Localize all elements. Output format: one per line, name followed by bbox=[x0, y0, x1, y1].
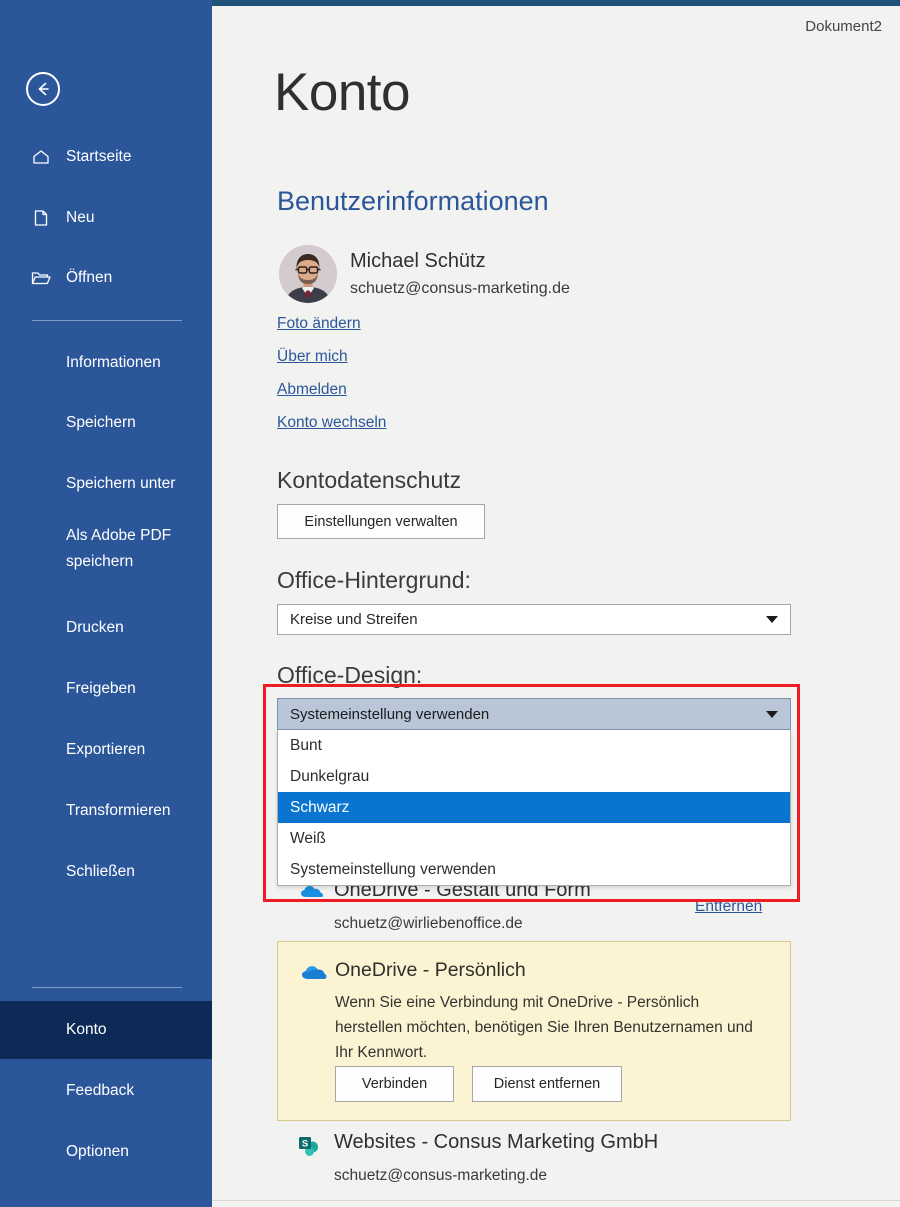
office-hintergrund-heading: Office-Hintergrund: bbox=[277, 567, 471, 593]
link-konto-wechseln[interactable]: Konto wechseln bbox=[277, 414, 386, 432]
combobox-value: Kreise und Streifen bbox=[290, 611, 418, 628]
sidebar-item-speichern[interactable]: Speichern bbox=[0, 402, 212, 444]
sidebar-item-label: Feedback bbox=[66, 1082, 135, 1099]
sidebar-item-oeffnen[interactable]: Öffnen bbox=[0, 257, 212, 299]
user-name: Michael Schütz bbox=[350, 250, 486, 272]
home-icon bbox=[30, 146, 52, 168]
service-title-websites: Websites - Consus Marketing GmbH bbox=[334, 1131, 659, 1153]
link-abmelden[interactable]: Abmelden bbox=[277, 381, 347, 399]
sidebar-item-label: Startseite bbox=[66, 148, 132, 165]
sidebar-item-label: Exportieren bbox=[66, 741, 146, 758]
sidebar-item-informationen[interactable]: Informationen bbox=[0, 342, 212, 384]
dropdown-option-weiss[interactable]: Weiß bbox=[278, 823, 790, 854]
open-folder-icon bbox=[30, 267, 52, 289]
option-label: Schwarz bbox=[290, 798, 350, 816]
page-title: Konto bbox=[274, 63, 411, 122]
sidebar-item-neu[interactable]: Neu bbox=[0, 197, 212, 239]
link-foto-aendern[interactable]: Foto ändern bbox=[277, 315, 361, 333]
avatar[interactable] bbox=[279, 245, 337, 303]
option-label: Dunkelgrau bbox=[290, 767, 370, 785]
sidebar-item-feedback[interactable]: Feedback bbox=[0, 1070, 212, 1112]
service-title-onedrive-personal: OneDrive - Persönlich bbox=[335, 959, 526, 981]
sidebar-item-label: Speichern bbox=[66, 414, 136, 431]
sidebar-item-freigeben[interactable]: Freigeben bbox=[0, 668, 212, 710]
sidebar-item-label: Optionen bbox=[66, 1143, 129, 1160]
back-arrow-icon bbox=[38, 82, 49, 96]
combobox-value: Systemeinstellung verwenden bbox=[290, 705, 490, 723]
user-email: schuetz@consus-marketing.de bbox=[350, 280, 570, 297]
sidebar-item-startseite[interactable]: Startseite bbox=[0, 136, 212, 178]
sidebar-item-label: Freigeben bbox=[66, 680, 136, 697]
sharepoint-icon: S bbox=[297, 1134, 321, 1163]
onedrive-personal-card: OneDrive - Persönlich Wenn Sie eine Verb… bbox=[277, 941, 791, 1121]
service-email-websites: schuetz@consus-marketing.de bbox=[334, 1167, 548, 1184]
link-ueber-mich[interactable]: Über mich bbox=[277, 348, 348, 366]
bottom-divider bbox=[212, 1200, 900, 1201]
sidebar-item-schliessen[interactable]: Schließen bbox=[0, 851, 212, 893]
sidebar-item-label: Schließen bbox=[66, 863, 135, 880]
sidebar-item-als-adobe-pdf-speichern[interactable]: Als Adobe PDF speichern bbox=[0, 510, 212, 572]
document-name-label: Dokument2 bbox=[805, 18, 882, 35]
sidebar-item-label: Drucken bbox=[66, 619, 124, 636]
back-button[interactable] bbox=[26, 72, 60, 106]
new-document-icon bbox=[30, 207, 52, 229]
office-design-dropdown[interactable]: Systemeinstellung verwenden Bunt Dunkelg… bbox=[277, 698, 791, 886]
service-email-onedrive-business: schuetz@wirliebenoffice.de bbox=[334, 915, 523, 932]
dropdown-option-dunkelgrau[interactable]: Dunkelgrau bbox=[278, 761, 790, 792]
dropdown-option-systemeinstellung[interactable]: Systemeinstellung verwenden bbox=[278, 854, 790, 885]
dropdown-option-bunt[interactable]: Bunt bbox=[278, 730, 790, 761]
office-design-combobox[interactable]: Systemeinstellung verwenden bbox=[277, 698, 791, 730]
office-design-heading: Office-Design: bbox=[277, 662, 423, 688]
sidebar-item-label: Konto bbox=[66, 1021, 107, 1038]
sidebar-item-label: Speichern unter bbox=[66, 475, 176, 492]
sidebar-item-exportieren[interactable]: Exportieren bbox=[0, 729, 212, 771]
sidebar-divider-bottom bbox=[32, 987, 182, 988]
sidebar-item-transformieren[interactable]: Transformieren bbox=[0, 790, 212, 832]
sidebar-item-optionen[interactable]: Optionen bbox=[0, 1131, 212, 1173]
office-hintergrund-combobox[interactable]: Kreise und Streifen bbox=[277, 604, 791, 635]
chevron-down-icon bbox=[766, 616, 778, 623]
svg-text:S: S bbox=[302, 1138, 308, 1149]
einstellungen-verwalten-button[interactable]: Einstellungen verwalten bbox=[277, 504, 485, 539]
sidebar-item-drucken[interactable]: Drucken bbox=[0, 607, 212, 649]
dropdown-option-schwarz[interactable]: Schwarz bbox=[278, 792, 790, 823]
button-label: Verbinden bbox=[361, 1076, 428, 1092]
chevron-down-icon bbox=[766, 710, 778, 718]
option-label: Systemeinstellung verwenden bbox=[290, 860, 496, 878]
dienst-entfernen-button[interactable]: Dienst entfernen bbox=[472, 1066, 622, 1102]
option-label: Bunt bbox=[290, 736, 322, 754]
benutzerinformationen-heading: Benutzerinformationen bbox=[277, 186, 549, 216]
kontodatenschutz-heading: Kontodatenschutz bbox=[277, 467, 462, 493]
sidebar-item-speichern-unter[interactable]: Speichern unter bbox=[0, 463, 212, 505]
backstage-sidebar: Startseite Neu Öffnen Informationen Spei… bbox=[0, 0, 212, 1207]
button-label: Einstellungen verwalten bbox=[304, 513, 458, 530]
sidebar-item-konto[interactable]: Konto bbox=[0, 1001, 212, 1059]
sidebar-item-label: Neu bbox=[66, 209, 95, 226]
verbinden-button[interactable]: Verbinden bbox=[335, 1066, 454, 1102]
sidebar-item-label: Öffnen bbox=[66, 269, 113, 286]
link-entfernen[interactable]: Entfernen bbox=[695, 898, 762, 916]
office-backstage-account-page: Startseite Neu Öffnen Informationen Spei… bbox=[0, 0, 900, 1207]
dropdown-option-list: Bunt Dunkelgrau Schwarz Weiß Systemeinst… bbox=[277, 730, 791, 886]
user-photo-avatar-icon bbox=[279, 245, 337, 303]
button-label: Dienst entfernen bbox=[493, 1076, 601, 1092]
sidebar-item-label: Als Adobe PDF speichern bbox=[66, 527, 172, 570]
sidebar-item-label: Informationen bbox=[66, 354, 161, 371]
option-label: Weiß bbox=[290, 829, 326, 847]
onedrive-business-icon bbox=[300, 884, 324, 907]
sidebar-item-label: Transformieren bbox=[66, 802, 171, 819]
service-description-onedrive-personal: Wenn Sie eine Verbindung mit OneDrive - … bbox=[335, 994, 753, 1061]
sidebar-divider-top bbox=[32, 320, 182, 321]
onedrive-cloud-icon bbox=[301, 964, 327, 987]
